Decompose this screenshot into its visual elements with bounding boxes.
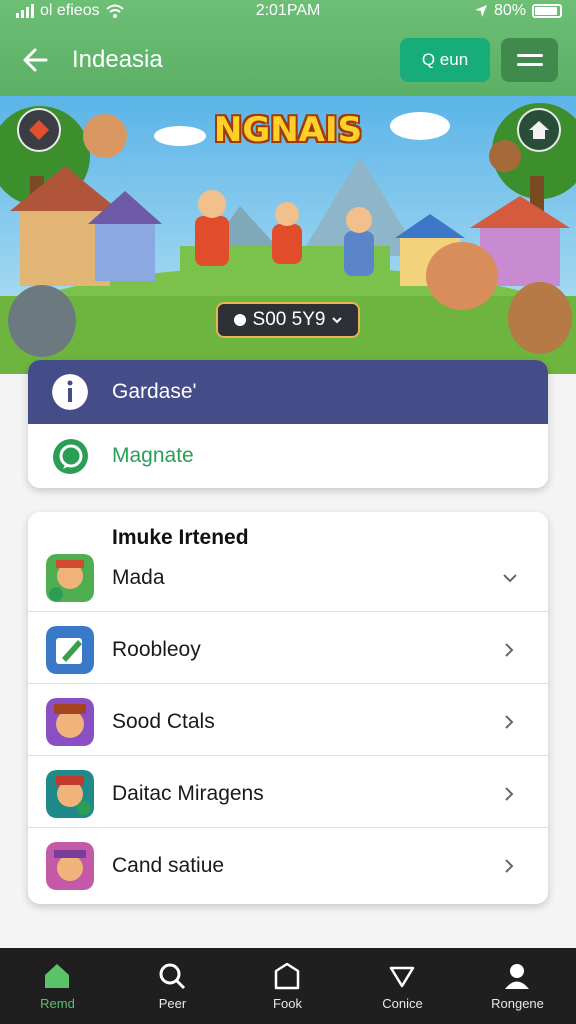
nav-item-profile[interactable]: Rongene (460, 948, 575, 1024)
battery-percent: 80% (493, 2, 526, 19)
nav-label: Rongene (491, 996, 544, 1011)
menu-icon (516, 54, 543, 66)
location-icon (474, 5, 487, 17)
nav-item-favorites[interactable]: Conice (345, 948, 460, 1024)
shield-icon (274, 962, 300, 990)
score-dropdown[interactable]: S00 5Y9 (216, 302, 360, 338)
home-icon (45, 964, 69, 988)
list-item[interactable]: Roobleoy (28, 612, 548, 684)
option-label: Gardase' (112, 380, 197, 403)
nav-item-home[interactable]: Remd (0, 948, 115, 1024)
app-avatar-icon (46, 698, 94, 746)
back-button[interactable] (18, 42, 54, 78)
search-button[interactable]: Q eun (400, 38, 490, 82)
search-button-label: Q eun (421, 50, 469, 69)
menu-button[interactable] (501, 38, 558, 82)
app-avatar-icon (46, 554, 94, 602)
arrow-left-icon (23, 48, 48, 72)
game-banner[interactable]: NGNAIS S00 5Y9 (0, 96, 576, 374)
apps-list-card: Imuke Irtened Mada Roobleoy Sood Ctals D… (28, 512, 548, 904)
score-value: S00 5Y9 (252, 309, 326, 330)
list-item[interactable]: Sood Ctals (28, 684, 548, 756)
chevron-down-icon (332, 317, 343, 324)
heart-icon (389, 966, 415, 988)
app-avatar-icon (46, 842, 94, 890)
option-label: Magnate (112, 444, 194, 467)
nav-label: Remd (40, 996, 75, 1011)
info-icon (52, 374, 88, 410)
app-header: ol efieos 2:01PAM 80% Indeasia Q eun (0, 0, 576, 96)
home-badge-icon (529, 121, 549, 139)
nav-label: Conice (382, 996, 423, 1011)
list-item[interactable]: Cand satiue (28, 828, 548, 900)
list-item-label: Roobleoy (112, 638, 201, 661)
profile-icon (505, 964, 529, 989)
edit-icon (46, 626, 94, 674)
nav-item-search[interactable]: Peer (115, 948, 230, 1024)
list-item-label: Daitac Miragens (112, 782, 264, 805)
list-item-label: Mada (112, 566, 165, 589)
option-magnate[interactable]: Magnate (28, 424, 548, 488)
chevron-right-icon (505, 643, 514, 657)
game-badge-left[interactable] (17, 108, 61, 152)
chat-bubble-icon (53, 439, 88, 474)
status-bar: ol efieos 2:01PAM 80% (0, 0, 576, 24)
nav-label: Peer (158, 996, 187, 1011)
list-item-label: Cand satiue (112, 854, 225, 877)
chevron-down-icon (503, 574, 517, 583)
list-item[interactable]: Mada (28, 540, 548, 612)
list-item-label: Sood Ctals (112, 710, 215, 733)
option-gardase[interactable]: Gardase' (28, 360, 548, 424)
search-icon (159, 963, 186, 990)
app-bar: Indeasia Q eun (0, 36, 576, 86)
chevron-right-icon (505, 715, 514, 729)
emblem-icon (29, 120, 49, 140)
bottom-navigation: Remd Peer Fook Conice Rongene (0, 948, 576, 1024)
game-badge-right[interactable] (517, 108, 561, 152)
game-logo: NGNAIS (213, 110, 363, 150)
app-avatar-icon (46, 770, 94, 818)
battery-icon (532, 4, 562, 18)
list-item[interactable]: Daitac Miragens (28, 756, 548, 828)
nav-item-shield[interactable]: Fook (230, 948, 345, 1024)
chevron-right-icon (505, 787, 514, 801)
options-card: Gardase' Magnate (28, 360, 548, 488)
page-title: Indeasia (72, 46, 163, 73)
nav-label: Fook (273, 996, 302, 1011)
coin-icon (233, 314, 246, 326)
chevron-right-icon (505, 859, 514, 873)
